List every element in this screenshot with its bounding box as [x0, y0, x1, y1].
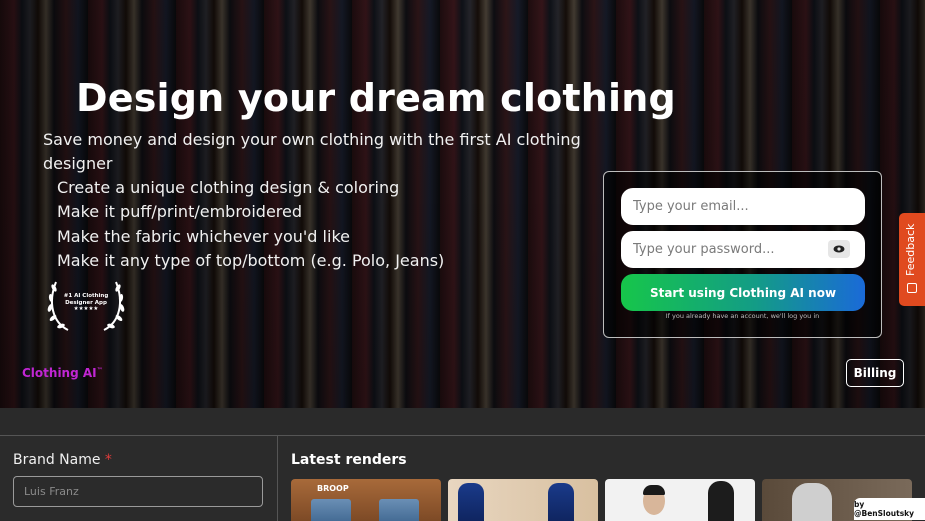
feature-item: Create a unique clothing design & colori…	[57, 178, 400, 197]
brand-name-label-text: Brand Name	[13, 452, 101, 468]
render-thumbnail[interactable]: BROOP	[291, 479, 441, 521]
render-thumbnail[interactable]	[605, 479, 755, 521]
hoodie-image	[708, 481, 734, 521]
author-credit[interactable]: by @BenSloutsky	[854, 498, 925, 520]
feedback-icon	[907, 283, 917, 293]
latest-renders-title: Latest renders	[291, 452, 407, 468]
login-note: If you already have an account, we'll lo…	[665, 312, 820, 320]
award-stars: ★★★★★	[73, 306, 99, 312]
feature-item: Make it any type of top/bottom (e.g. Pol…	[57, 250, 445, 270]
feature-item: Make it puff/print/embroidered	[57, 202, 303, 222]
hero-section: Design your dream clothing Save money an…	[0, 0, 925, 408]
feedback-tab[interactable]: Feedback	[899, 213, 925, 306]
award-text: #1 AI Clothing Designer App ★★★★★	[62, 293, 110, 313]
column-divider	[277, 436, 278, 521]
trademark: ™	[96, 367, 103, 374]
render-label: BROOP	[317, 484, 349, 493]
brand-logo[interactable]: Clothing AI™	[22, 366, 103, 380]
feedback-label: Feedback	[904, 223, 917, 277]
show-password-icon[interactable]	[828, 240, 850, 258]
brand-name-label: Brand Name *	[13, 452, 112, 468]
vest-image	[458, 483, 484, 521]
award-badge: #1 AI Clothing Designer App ★★★★★	[44, 274, 128, 336]
required-mark: *	[104, 452, 112, 468]
brand-name-input[interactable]	[13, 476, 263, 507]
start-button[interactable]: Start using Clothing AI now	[621, 274, 865, 311]
design-form-section: Brand Name * Latest renders BROOP	[0, 435, 925, 521]
hoodie-image	[792, 483, 832, 521]
email-field[interactable]	[621, 188, 865, 225]
login-panel: Start using Clothing AI now If you alrea…	[603, 171, 882, 338]
model-hair	[643, 485, 665, 495]
billing-button[interactable]: Billing	[846, 359, 904, 387]
brand-name: Clothing AI	[22, 366, 97, 380]
vest-image	[548, 483, 574, 521]
hero-subtitle: Save money and design your own clothing …	[43, 130, 581, 173]
jeans-image	[311, 499, 351, 521]
render-thumbnail[interactable]	[448, 479, 598, 521]
jeans-image	[379, 499, 419, 521]
award-line-1: #1 AI Clothing	[63, 293, 109, 299]
feature-list: Create a unique clothing design & colori…	[57, 176, 444, 273]
page-title: Design your dream clothing	[76, 76, 676, 120]
feature-item: Make the fabric whichever you'd like	[57, 226, 350, 246]
